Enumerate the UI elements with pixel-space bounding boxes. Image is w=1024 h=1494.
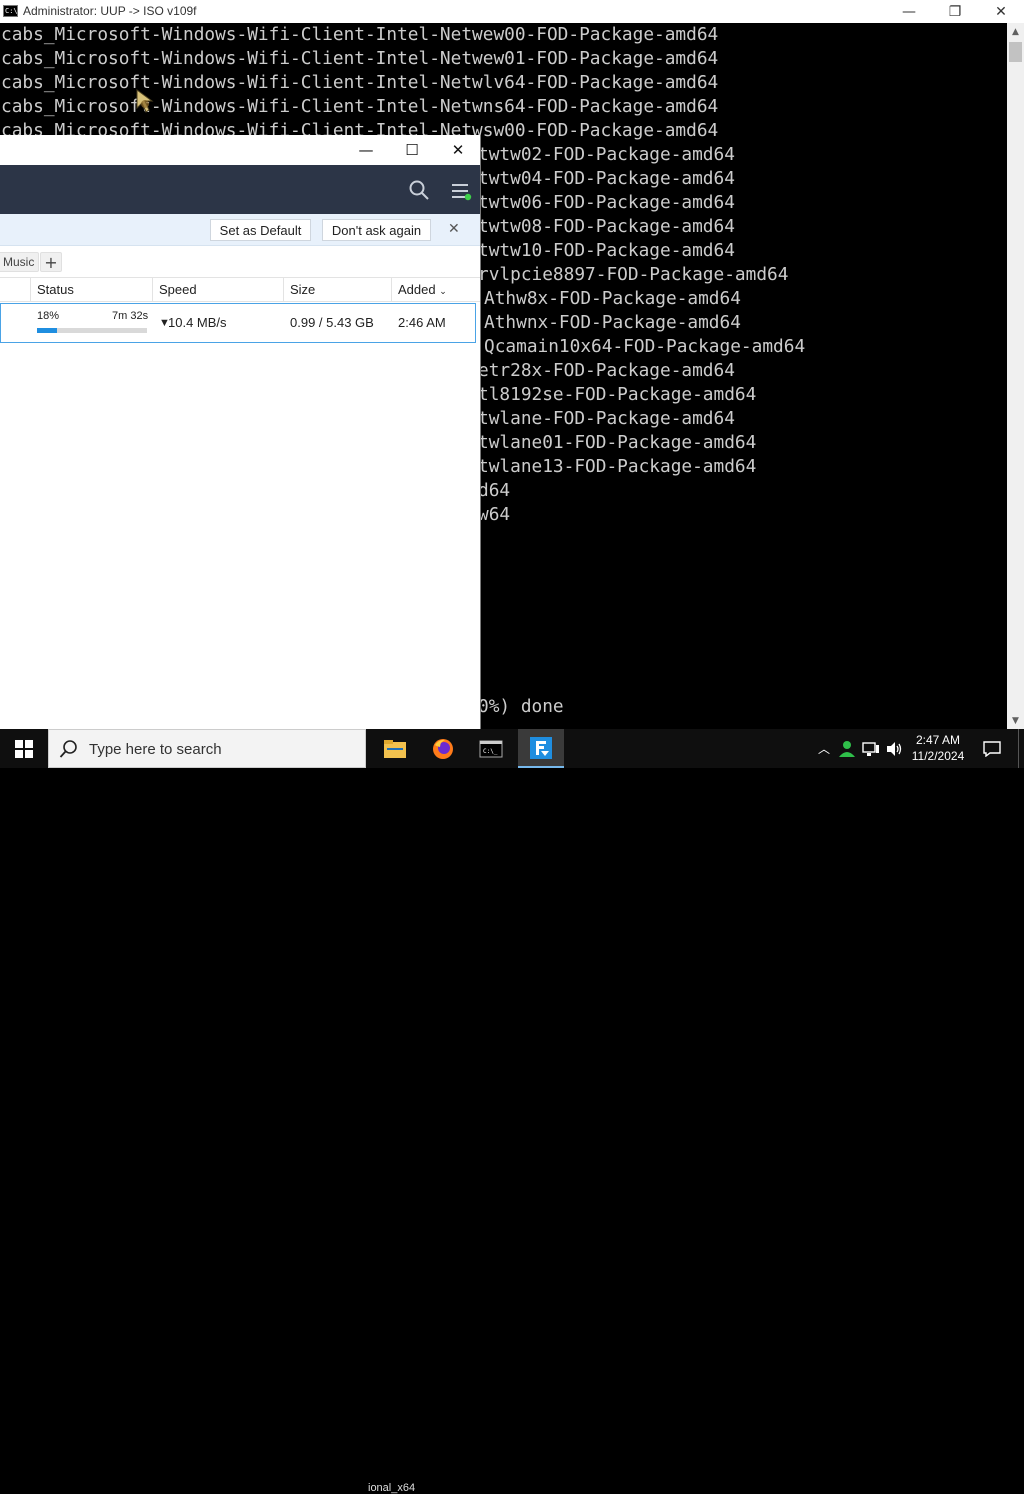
firefox-icon <box>433 738 453 759</box>
console-line: w64 <box>478 504 511 525</box>
busy-cursor-icon <box>136 89 154 113</box>
tab-music[interactable]: Music <box>0 252 40 272</box>
console-line: Athwnx-FOD-Package-amd64 <box>484 312 741 333</box>
folder-icon <box>384 739 406 758</box>
windows-logo-icon <box>15 739 33 758</box>
add-tab-button[interactable]: + <box>40 252 62 272</box>
download-progress-bar <box>37 328 147 333</box>
downloader-minimize-button[interactable]: — <box>343 135 389 165</box>
console-line: twtw02-FOD-Package-amd64 <box>478 144 735 165</box>
console-line: twlane-FOD-Package-amd64 <box>478 408 735 429</box>
download-progress-fill <box>37 328 57 333</box>
taskbar-tooltip-fragment: ional_x64 <box>368 1482 416 1494</box>
console-minimize-button[interactable]: — <box>886 0 932 23</box>
column-speed-label: Speed <box>159 282 197 297</box>
search-icon[interactable] <box>408 179 430 201</box>
console-line: twtw08-FOD-Package-amd64 <box>478 216 735 237</box>
search-icon <box>59 740 77 758</box>
console-line: rvlpcie8897-FOD-Package-amd64 <box>478 264 789 285</box>
console-titlebar: C:\ Administrator: UUP -> ISO v109f — ❐ … <box>0 0 1024 23</box>
column-size-label: Size <box>290 282 316 297</box>
ethernet-icon <box>862 741 879 756</box>
download-percent: 18% <box>37 310 60 322</box>
show-hidden-icons-chevron-icon[interactable]: ︿ <box>814 729 834 768</box>
download-size: 0.99 / 5.43 GB <box>290 315 374 330</box>
download-manager-icon <box>530 736 552 759</box>
download-added: 2:46 AM <box>398 315 446 330</box>
console-line: etr28x-FOD-Package-amd64 <box>478 360 735 381</box>
hamburger-menu-icon[interactable] <box>450 181 472 201</box>
notification-icon <box>983 740 1001 757</box>
console-line: cabs_Microsoft-Windows-Wifi-Client-Intel… <box>1 72 719 93</box>
column-status-label: Status <box>37 282 74 297</box>
column-header-size[interactable]: Size <box>283 278 391 302</box>
search-placeholder: Type here to search <box>89 741 222 758</box>
action-center-button[interactable] <box>976 729 1008 768</box>
taskbar-clock[interactable]: 2:47 AM 11/2/2024 <box>906 732 970 764</box>
console-restore-button[interactable]: ❐ <box>932 0 978 23</box>
cmd-icon: C:\_ <box>479 740 503 757</box>
download-list-header: Status Speed Size Added ⌄ <box>0 278 480 302</box>
console-title: Administrator: UUP -> ISO v109f <box>23 4 197 18</box>
svg-text:C:\_: C:\_ <box>483 748 498 755</box>
start-button[interactable] <box>0 729 48 768</box>
downloader-titlebar: — ☐ ✕ <box>0 135 480 165</box>
downloader-window: — ☐ ✕ Set as Default Don't ask again ✕ M… <box>0 135 481 729</box>
downloader-maximize-button[interactable]: ☐ <box>389 135 435 165</box>
downloader-close-button[interactable]: ✕ <box>435 135 480 165</box>
download-eta: 7m 32s <box>112 310 149 322</box>
console-close-button[interactable]: ✕ <box>978 0 1024 23</box>
console-line: twtw06-FOD-Package-amd64 <box>478 192 735 213</box>
person-icon <box>839 740 855 757</box>
download-row[interactable]: 18% 7m 32s ▼ 10.4 MB/s 0.99 / 5.43 GB 2:… <box>0 303 476 343</box>
console-scrollbar[interactable]: ▲ ▼ <box>1007 23 1024 729</box>
column-header-added[interactable]: Added ⌄ <box>391 278 480 302</box>
console-line: Qcamain10x64-FOD-Package-amd64 <box>484 336 806 357</box>
scrollbar-thumb[interactable] <box>1009 42 1022 62</box>
console-line: cabs_Microsoft-Windows-Wifi-Client-Intel… <box>1 96 719 117</box>
sort-chevron-down-icon: ⌄ <box>439 287 447 297</box>
scroll-down-arrow-icon[interactable]: ▼ <box>1007 712 1024 729</box>
show-desktop-button[interactable] <box>1018 729 1024 768</box>
taskbar-file-explorer[interactable] <box>372 729 418 768</box>
console-line: twlane01-FOD-Package-amd64 <box>478 432 757 453</box>
speaker-icon <box>887 741 902 756</box>
taskbar-command-prompt[interactable]: C:\_ <box>468 729 514 768</box>
cmd-app-icon: C:\ <box>3 5 18 17</box>
column-header-speed[interactable]: Speed <box>152 278 283 302</box>
console-line: cabs_Microsoft-Windows-Wifi-Client-Intel… <box>1 48 719 69</box>
clock-time: 2:47 AM <box>915 733 961 747</box>
column-header-status[interactable]: Status <box>30 278 152 302</box>
taskbar-downloader[interactable] <box>518 729 564 768</box>
download-speed: 10.4 MB/s <box>168 315 227 330</box>
scroll-up-arrow-icon[interactable]: ▲ <box>1007 23 1024 40</box>
volume-icon[interactable] <box>883 729 905 768</box>
category-tabs: Music + <box>0 246 480 278</box>
clock-date: 11/2/2024 <box>911 749 965 763</box>
downloader-header <box>0 165 480 214</box>
banner-close-icon[interactable]: ✕ <box>448 221 460 237</box>
taskbar-search-box[interactable]: Type here to search <box>48 729 366 768</box>
console-line: cabs_Microsoft-Windows-Wifi-Client-Intel… <box>1 24 719 45</box>
dont-ask-again-button[interactable]: Don't ask again <box>322 219 431 241</box>
network-icon[interactable] <box>860 729 882 768</box>
default-app-banner: Set as Default Don't ask again ✕ <box>0 214 480 246</box>
console-line: d64 <box>478 480 511 501</box>
console-line: twtw10-FOD-Package-amd64 <box>478 240 735 261</box>
column-added-label: Added <box>398 282 436 297</box>
console-line: Athw8x-FOD-Package-amd64 <box>484 288 741 309</box>
console-line: twlane13-FOD-Package-amd64 <box>478 456 757 477</box>
user-status-icon[interactable] <box>836 729 858 768</box>
console-line: tl8192se-FOD-Package-amd64 <box>478 384 757 405</box>
taskbar: Type here to search C:\_ ional_x64 ︿ 2:4… <box>0 729 1024 1494</box>
console-status-line: 0%) done <box>478 696 564 717</box>
set-as-default-button[interactable]: Set as Default <box>210 219 311 241</box>
console-line: twtw04-FOD-Package-amd64 <box>478 168 735 189</box>
taskbar-firefox[interactable] <box>420 729 466 768</box>
